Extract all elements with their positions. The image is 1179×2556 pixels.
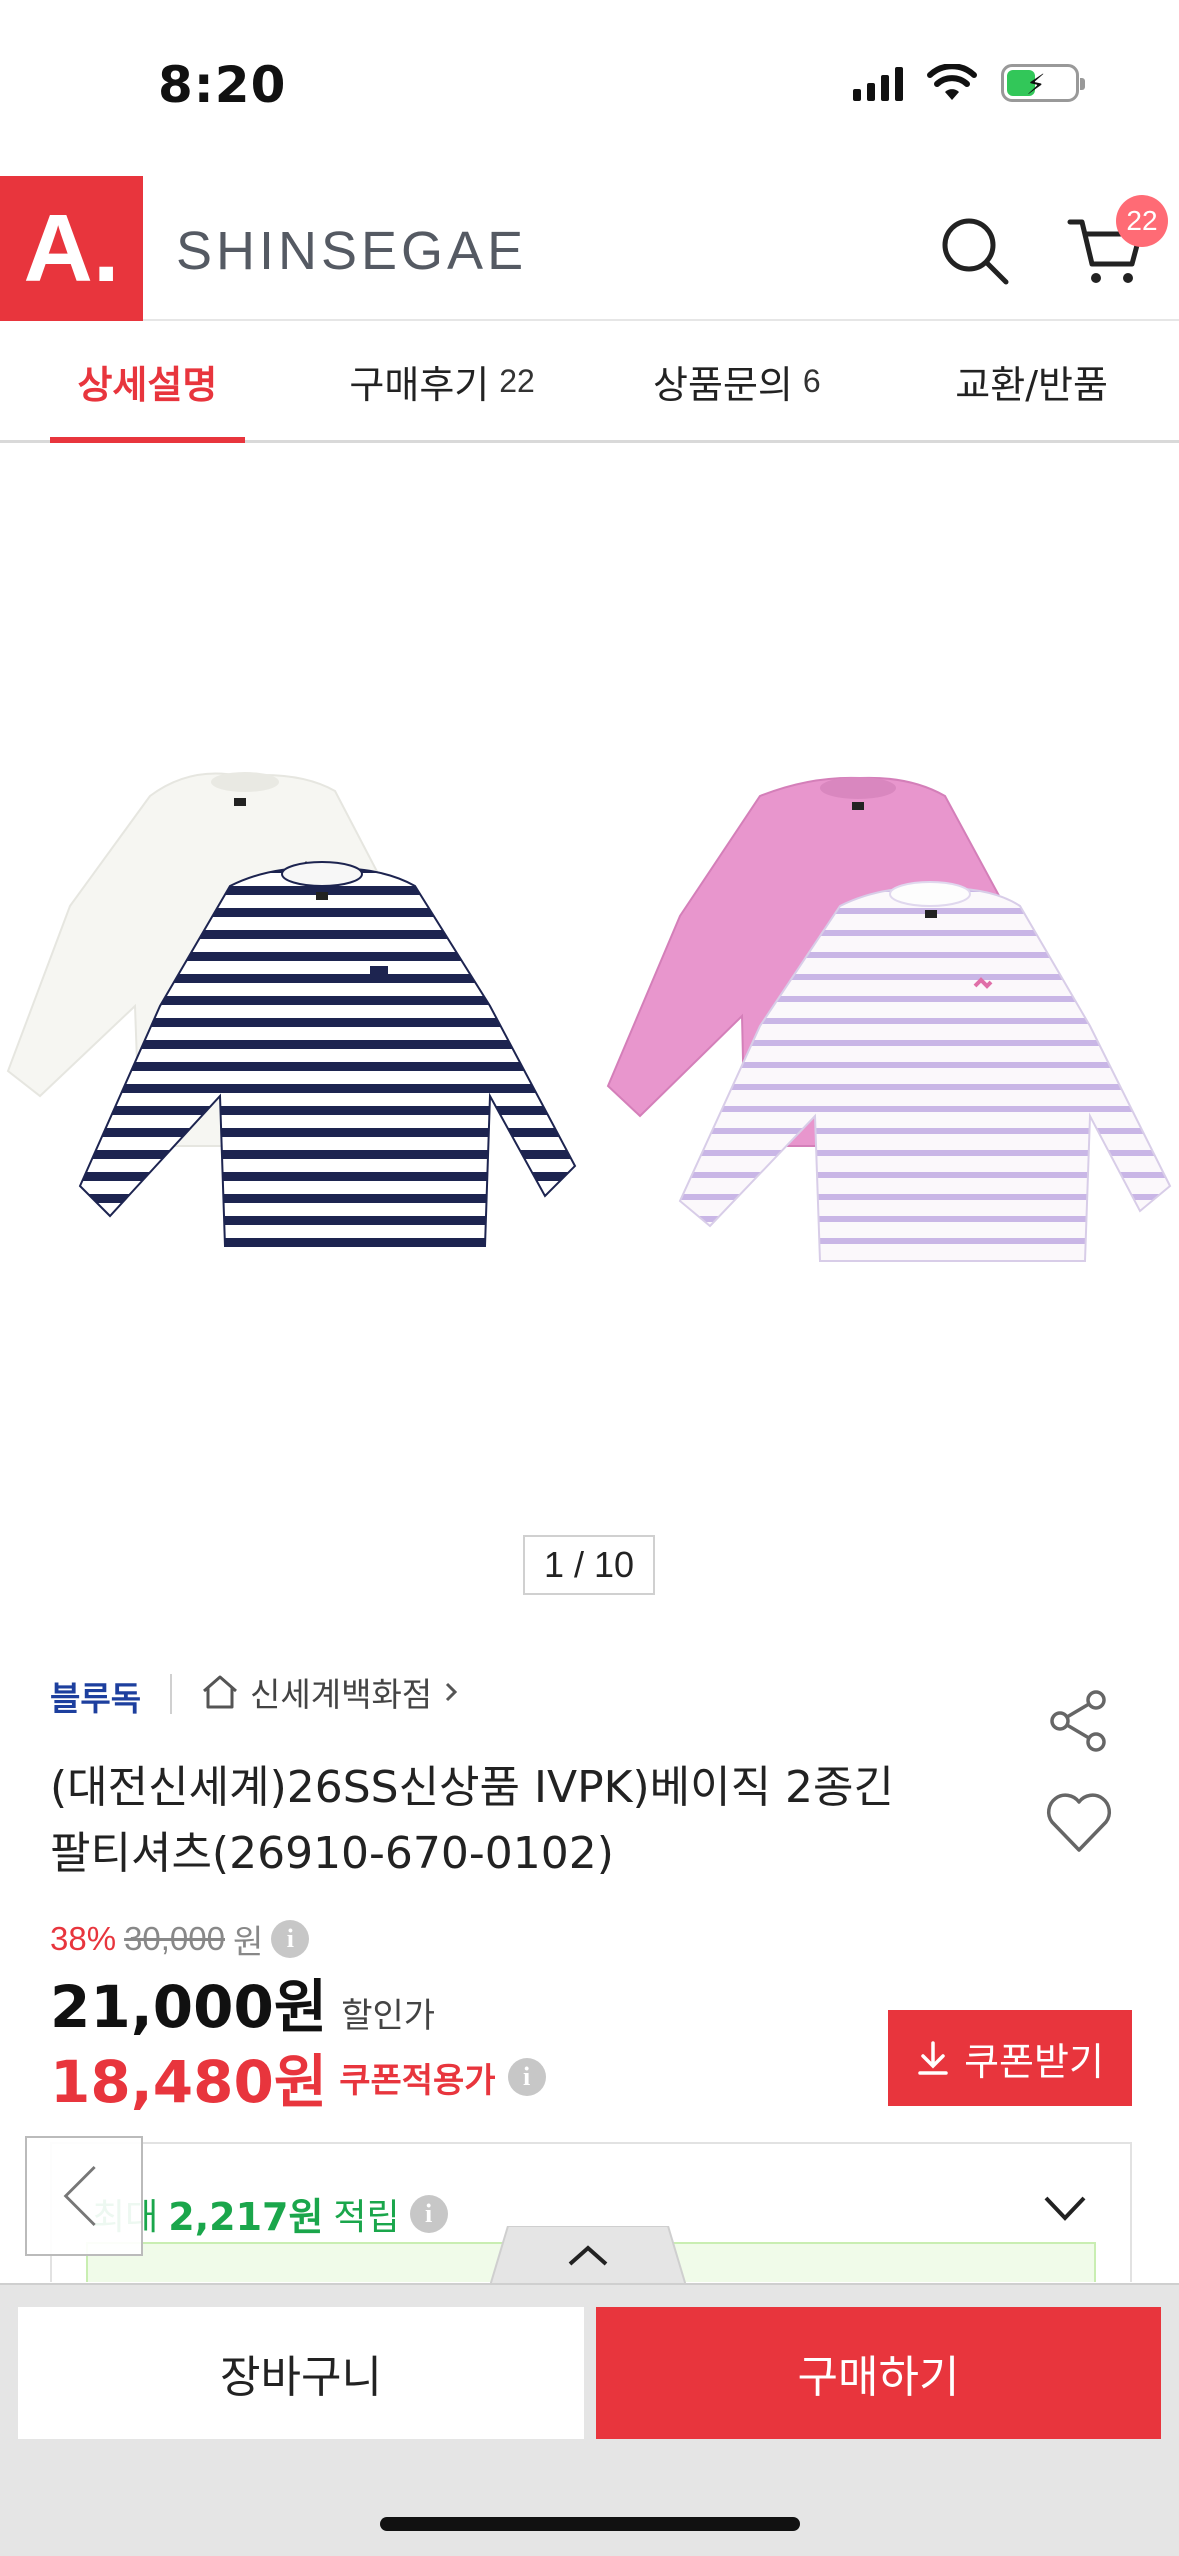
product-title-line: 팔티셔츠(26910-670-0102): [50, 1828, 614, 1879]
get-coupon-button[interactable]: 쿠폰받기: [888, 2010, 1132, 2106]
expand-bottom-sheet-tab[interactable]: [490, 2226, 686, 2286]
product-title-line: (대전신세계)26SS신상품 IVPK)베이직 2종긴: [50, 1762, 895, 1813]
coupon-price: 18,480원: [50, 2048, 328, 2116]
discount-percent: 38%: [50, 1920, 117, 1957]
tab-returns[interactable]: 교환/반품: [884, 323, 1179, 440]
tab-inquiries[interactable]: 상품문의 6: [590, 323, 885, 440]
cellular-signal-icon: [853, 65, 903, 101]
coupon-price-label: 쿠폰적용가: [339, 2060, 496, 2101]
tab-label: 상품문의: [653, 363, 793, 407]
buy-now-button[interactable]: 구매하기: [596, 2307, 1161, 2439]
get-coupon-label: 쿠폰받기: [964, 2039, 1104, 2084]
battery-icon: ⚡: [1001, 64, 1085, 102]
coupon-info-icon[interactable]: i: [507, 2058, 546, 2096]
search-icon[interactable]: [936, 212, 1012, 288]
sale-price-label: 할인가: [341, 1996, 436, 2036]
add-to-cart-button[interactable]: 장바구니: [18, 2307, 584, 2439]
tab-count: 6: [802, 363, 821, 399]
coupon-price-row: 18,480원 쿠폰적용가 i: [50, 2035, 546, 2119]
original-price: 30,000: [124, 1920, 225, 1957]
store-name: 신세계백화점: [250, 1675, 433, 1714]
chevron-down-icon[interactable]: [1040, 2188, 1090, 2228]
gallery-pager: 1 / 10: [523, 1535, 655, 1595]
tab-details[interactable]: 상세설명: [0, 323, 295, 443]
status-time: 8:20: [158, 56, 287, 114]
product-image-gallery[interactable]: [0, 446, 1179, 1596]
tab-reviews[interactable]: 구매후기 22: [295, 323, 590, 440]
home-icon: [203, 1675, 237, 1709]
tab-label: 상세설명: [77, 363, 218, 407]
wifi-icon: [927, 64, 977, 100]
product-image: [6, 772, 1172, 1262]
points-amount: 2,217원: [168, 2195, 324, 2239]
points-info-icon[interactable]: i: [409, 2194, 448, 2233]
share-icon[interactable]: [1044, 1686, 1114, 1756]
price-info-icon[interactable]: i: [271, 1920, 310, 1958]
wishlist-heart-icon[interactable]: [1044, 1790, 1114, 1856]
discount-row: 38% 30,000 원 i: [50, 1915, 310, 1963]
download-icon: [918, 2041, 948, 2075]
brand-name: SHINSEGAE: [176, 221, 528, 281]
product-title: (대전신세계)26SS신상품 IVPK)베이직 2종긴 팔티셔츠(26910-6…: [50, 1755, 1000, 1887]
cart-count-badge: 22: [1116, 195, 1168, 247]
tab-count: 22: [499, 363, 535, 399]
points-text: 최대 2,217원 적립 i: [92, 2186, 448, 2241]
tab-label: 구매후기: [349, 363, 490, 407]
app-header: A. SHINSEGAE 22: [0, 176, 1179, 321]
status-icons: ⚡: [853, 64, 1085, 102]
sale-price-row: 21,000원 할인가: [50, 1960, 435, 2044]
divider: [170, 1674, 172, 1714]
points-suffix: 적립: [333, 2196, 400, 2238]
back-button[interactable]: [25, 2136, 143, 2256]
product-tabs: 상세설명 구매후기 22 상품문의 6 교환/반품: [0, 323, 1179, 443]
store-link[interactable]: 신세계백화점: [200, 1668, 460, 1716]
status-bar: 8:20 ⚡: [0, 0, 1179, 170]
chevron-right-icon: [446, 1682, 458, 1702]
home-indicator[interactable]: [380, 2517, 800, 2531]
shinsegae-logo[interactable]: A.: [0, 176, 143, 321]
seller-brand-link[interactable]: 블루독: [50, 1672, 141, 1720]
original-price-unit: 원: [233, 1922, 264, 1961]
sale-price: 21,000원: [50, 1973, 328, 2041]
bottom-action-bar: 장바구니 구매하기: [0, 2283, 1179, 2556]
tab-label: 교환/반품: [955, 363, 1108, 407]
